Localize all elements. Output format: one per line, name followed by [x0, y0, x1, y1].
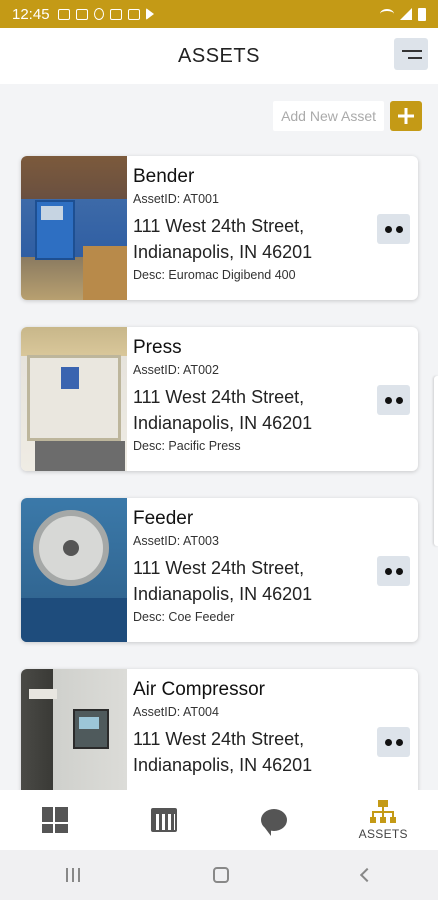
nav-item-chat[interactable]	[219, 790, 329, 850]
asset-address: 111 West 24th Street, Indianapolis, IN 4…	[133, 555, 333, 607]
more-icon	[384, 396, 392, 404]
asset-id: AssetID: AT002	[133, 363, 219, 377]
wifi-icon	[380, 9, 394, 19]
more-options-button[interactable]	[377, 214, 410, 244]
more-icon	[384, 567, 392, 575]
more-options-button[interactable]	[377, 385, 410, 415]
asset-info: Feeder AssetID: AT003 111 West 24th Stre…	[127, 498, 418, 642]
asset-photo	[21, 498, 127, 642]
image-icon	[109, 8, 122, 20]
add-new-asset-label[interactable]: Add New Asset	[273, 101, 384, 131]
nav-item-assets[interactable]: ASSETS	[329, 790, 438, 850]
asset-list: Bender AssetID: AT001 111 West 24th Stre…	[21, 156, 418, 840]
asset-photo	[21, 327, 127, 471]
address-line-1: 111 West 24th Street,	[133, 558, 305, 578]
asset-address: 111 West 24th Street, Indianapolis, IN 4…	[133, 384, 333, 436]
nav-item-dashboard[interactable]	[0, 790, 110, 850]
mail-icon	[75, 8, 88, 20]
asset-desc: Desc: Euromac Digibend 400	[133, 268, 296, 282]
back-icon[interactable]	[359, 867, 374, 883]
address-line-2: Indianapolis, IN 46201	[133, 413, 313, 433]
youtube-icon	[57, 8, 70, 20]
asset-desc: Desc: Coe Feeder	[133, 610, 235, 624]
system-nav-bar	[0, 850, 438, 900]
battery-icon	[418, 7, 426, 21]
menu-icon	[402, 49, 422, 52]
nav-item-calendar[interactable]	[110, 790, 220, 850]
home-icon[interactable]	[212, 867, 229, 883]
menu-icon-line	[408, 56, 422, 59]
bottom-nav: ASSETS	[0, 790, 438, 850]
asset-desc: Desc: Pacific Press	[133, 439, 241, 453]
more-options-button[interactable]	[377, 727, 410, 757]
asset-address: 111 West 24th Street, Indianapolis, IN 4…	[133, 726, 333, 778]
address-line-2: Indianapolis, IN 46201	[133, 242, 313, 262]
asset-photo	[21, 156, 127, 300]
status-system-icons	[380, 7, 426, 21]
add-asset-row: Add New Asset	[273, 101, 422, 131]
asset-id: AssetID: AT003	[133, 534, 219, 548]
address-line-2: Indianapolis, IN 46201	[133, 755, 313, 775]
asset-card[interactable]: Feeder AssetID: AT003 111 West 24th Stre…	[21, 498, 418, 642]
asset-name: Bender	[133, 166, 195, 187]
asset-name: Press	[133, 337, 182, 358]
asset-address: 111 West 24th Street, Indianapolis, IN 4…	[133, 213, 333, 265]
page-title: ASSETS	[178, 44, 260, 67]
asset-card[interactable]: Press AssetID: AT002 111 West 24th Stree…	[21, 327, 418, 471]
menu-button[interactable]	[394, 38, 428, 70]
play-icon	[145, 8, 154, 20]
asset-info: Press AssetID: AT002 111 West 24th Stree…	[127, 327, 418, 471]
location-icon	[93, 8, 104, 20]
add-asset-button[interactable]	[390, 101, 422, 131]
asset-name: Feeder	[133, 508, 194, 529]
status-bar: 12:45	[0, 0, 438, 28]
nav-label-assets: ASSETS	[358, 826, 408, 841]
asset-name: Air Compressor	[133, 679, 265, 700]
address-line-1: 111 West 24th Street,	[133, 387, 305, 407]
address-line-1: 111 West 24th Street,	[133, 729, 305, 749]
app-header: ASSETS	[0, 28, 438, 84]
address-line-1: 111 West 24th Street,	[133, 216, 305, 236]
chat-icon	[260, 809, 287, 836]
signal-icon	[400, 8, 412, 20]
more-icon	[384, 738, 392, 746]
status-time: 12:45	[12, 5, 50, 23]
calendar-icon	[151, 808, 178, 832]
scroll-handle[interactable]	[434, 376, 438, 546]
download-icon	[127, 8, 140, 20]
more-icon	[384, 225, 392, 233]
asset-id: AssetID: AT001	[133, 192, 219, 206]
asset-id: AssetID: AT004	[133, 705, 219, 719]
address-line-2: Indianapolis, IN 46201	[133, 584, 313, 604]
assets-icon	[370, 799, 397, 824]
more-options-button[interactable]	[377, 556, 410, 586]
asset-card[interactable]: Bender AssetID: AT001 111 West 24th Stre…	[21, 156, 418, 300]
recents-icon[interactable]	[66, 868, 81, 882]
asset-info: Bender AssetID: AT001 111 West 24th Stre…	[127, 156, 418, 300]
status-notification-icons	[57, 8, 154, 20]
dashboard-icon	[41, 807, 68, 833]
